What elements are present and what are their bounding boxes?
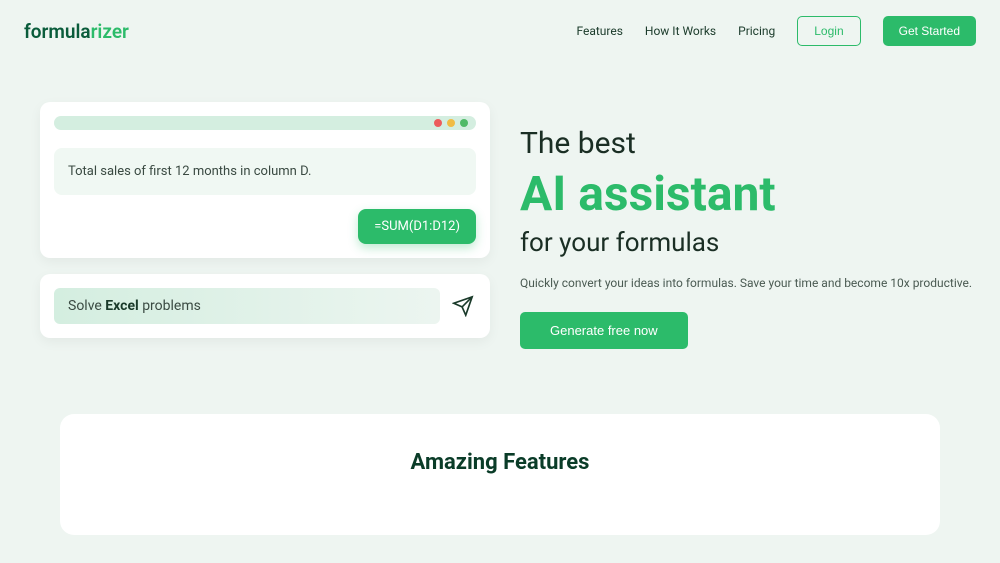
get-started-button[interactable]: Get Started bbox=[883, 16, 976, 46]
nav-how-it-works[interactable]: How It Works bbox=[645, 24, 716, 38]
login-button[interactable]: Login bbox=[797, 16, 860, 46]
demo-card: Total sales of first 12 months in column… bbox=[40, 102, 490, 258]
hero-title-line1: The best bbox=[520, 126, 976, 161]
solve-highlight: Excel bbox=[105, 298, 138, 314]
main-nav: Features How It Works Pricing Login Get … bbox=[576, 16, 976, 46]
solve-prefix: Solve bbox=[68, 298, 105, 314]
window-dot-red-icon bbox=[434, 119, 442, 127]
hero-title-ai: AI assistant bbox=[520, 165, 976, 222]
logo[interactable]: formularizer bbox=[24, 20, 129, 43]
hero-section: Total sales of first 12 months in column… bbox=[0, 62, 1000, 374]
logo-part2: rizer bbox=[91, 20, 129, 43]
header: formularizer Features How It Works Prici… bbox=[0, 0, 1000, 62]
features-title: Amazing Features bbox=[80, 450, 920, 475]
hero-demo-column: Total sales of first 12 months in column… bbox=[40, 102, 490, 354]
logo-part1: formula bbox=[24, 20, 91, 43]
window-dot-yellow-icon bbox=[447, 119, 455, 127]
window-bar bbox=[54, 116, 476, 130]
hero-subtitle: Quickly convert your ideas into formulas… bbox=[520, 276, 976, 290]
nav-features[interactable]: Features bbox=[576, 24, 622, 38]
solve-suffix: problems bbox=[139, 298, 201, 314]
hero-title-line3: for your formulas bbox=[520, 228, 976, 258]
window-dot-green-icon bbox=[460, 119, 468, 127]
send-icon[interactable] bbox=[450, 293, 476, 319]
demo-prompt: Total sales of first 12 months in column… bbox=[54, 148, 476, 195]
features-section: Amazing Features bbox=[60, 414, 940, 535]
formula-result: =SUM(D1:D12) bbox=[358, 209, 476, 244]
solve-input[interactable]: Solve Excel problems bbox=[54, 288, 440, 324]
hero-text-column: The best AI assistant for your formulas … bbox=[520, 102, 976, 354]
solve-card: Solve Excel problems bbox=[40, 274, 490, 338]
nav-pricing[interactable]: Pricing bbox=[738, 24, 775, 38]
generate-button[interactable]: Generate free now bbox=[520, 312, 688, 349]
formula-result-row: =SUM(D1:D12) bbox=[54, 209, 476, 244]
